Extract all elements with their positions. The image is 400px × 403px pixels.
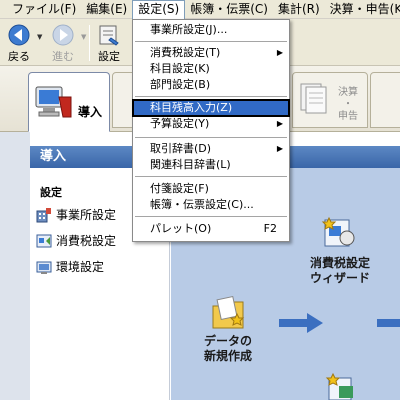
tax-wizard-button[interactable] [321,214,357,250]
menu-settings[interactable]: 設定(S) [132,0,186,19]
left-gutter [0,132,30,400]
link-consumption-tax-settings[interactable]: 消費税設定 [36,232,116,249]
menu-separator [135,216,287,217]
menu-item-label: 科目設定(K) [150,62,210,75]
forward-button[interactable]: 進む [46,22,80,64]
menu-item-transaction-dictionary[interactable]: 取引辞書(D) ▶ [133,141,289,157]
forward-label: 進む [52,50,74,63]
next-step-button[interactable] [325,372,359,401]
tab-closing-label-2: ・ [343,99,353,110]
computer-icon [35,86,72,118]
menu-edit[interactable]: 編集(E) [81,0,132,19]
menu-item-label: 科目残高入力(Z) [150,101,233,114]
new-data-label[interactable]: データの 新規作成 [185,334,271,364]
submenu-arrow-icon: ▶ [276,48,283,57]
forward-arrow-icon [52,24,74,46]
menu-item-label: パレット(O) [150,222,212,235]
menu-separator [135,137,287,138]
tax-wizard-icon [321,216,355,247]
link-environment-settings[interactable]: 環境設定 [36,258,104,275]
flow-arrow-right-edge-icon [377,319,400,327]
new-data-label-2: 新規作成 [203,349,252,363]
tab-intro-label: 導入 [78,105,103,119]
menu-item-consumption-tax-settings[interactable]: 消費税設定(T) ▶ [133,45,289,61]
menu-item-book-voucher-settings[interactable]: 帳簿・伝票設定(C)... [133,197,289,213]
menu-item-related-account-dictionary[interactable]: 関連科目辞書(L) [133,157,289,173]
menu-item-account-balance-input[interactable]: 科目残高入力(Z) [132,99,290,117]
menu-item-label: 事業所設定(J)... [150,23,228,36]
tab-intro[interactable]: 導入 [28,72,110,132]
menu-item-label: 取引辞書(D) [150,142,212,155]
tax-wizard-label[interactable]: 消費税設定 ウィザード [291,256,389,286]
link-office-settings-label: 事業所設定 [56,208,117,222]
back-label: 戻る [8,50,30,63]
menu-item-budget-settings[interactable]: 予算設定(Y) ▶ [133,116,289,132]
flow-arrow-right-icon [279,313,323,333]
new-data-folder-icon [212,295,245,329]
menu-file[interactable]: ファイル(F) [7,0,81,19]
menu-item-office-settings[interactable]: 事業所設定(J)... [133,22,289,38]
tab-closing-filing[interactable]: 決算 ・ 申告 [292,72,368,128]
closing-document-icon [300,83,327,114]
settings-button[interactable]: 設定 [92,22,126,64]
submenu-arrow-icon: ▶ [276,119,283,128]
forward-dropdown-icon[interactable]: ▼ [81,33,86,41]
menu-item-label: 消費税設定(T) [150,46,221,59]
document-wizard-icon [325,372,353,401]
tax-wizard-label-1: 消費税設定 [309,256,370,270]
toolbar-separator [89,25,90,61]
tab-6[interactable] [370,72,400,128]
menu-item-palette[interactable]: パレット(O) F2 [133,221,289,237]
new-data-button[interactable] [209,294,249,334]
submenu-arrow-icon: ▶ [276,144,283,153]
menu-books-vouchers[interactable]: 帳簿・伝票(C) [185,0,273,19]
menu-item-label: 関連科目辞書(L) [150,158,231,171]
environment-icon [36,261,52,274]
settings-section-title: 設定 [40,186,62,199]
settings-dropdown-menu: 事業所設定(J)... 消費税設定(T) ▶ 科目設定(K) 部門設定(B) 科… [132,19,290,242]
settings-label: 設定 [98,50,120,63]
link-consumption-tax-settings-label: 消費税設定 [56,234,117,248]
menu-item-sticky-note-settings[interactable]: 付箋設定(F) [133,181,289,197]
tab-closing-label: 決算 ・ 申告 [335,87,361,123]
menu-separator [135,41,287,42]
menu-item-department-settings[interactable]: 部門設定(B) [133,77,289,93]
menu-separator [135,176,287,177]
menu-item-label: 予算設定(Y) [150,117,210,130]
back-dropdown-icon[interactable]: ▼ [37,33,42,41]
tab-closing-label-3: 申告 [338,111,358,122]
menu-separator [135,96,287,97]
menu-item-shortcut: F2 [263,222,277,235]
settings-icon [99,25,119,46]
tax-icon [36,234,52,247]
office-icon [36,207,51,222]
link-environment-settings-label: 環境設定 [56,260,105,274]
menu-item-label: 帳簿・伝票設定(C)... [150,198,254,211]
menu-item-account-settings[interactable]: 科目設定(K) [133,61,289,77]
tax-wizard-label-2: ウィザード [309,271,370,285]
menu-bar: ファイル(F) 編集(E) 設定(S) 帳簿・伝票(C) 集計(R) 決算・申告… [0,0,400,19]
new-data-label-1: データの [203,334,252,348]
back-arrow-icon [8,24,30,46]
link-office-settings[interactable]: 事業所設定 [36,206,116,223]
menu-aggregate[interactable]: 集計(R) [273,0,325,19]
tab-closing-label-1: 決算 [338,87,358,98]
menu-closing-filing[interactable]: 決算・申告(K) [325,0,400,19]
menu-item-label: 部門設定(B) [150,78,211,91]
menu-item-label: 付箋設定(F) [150,182,209,195]
back-button[interactable]: 戻る [2,22,36,64]
